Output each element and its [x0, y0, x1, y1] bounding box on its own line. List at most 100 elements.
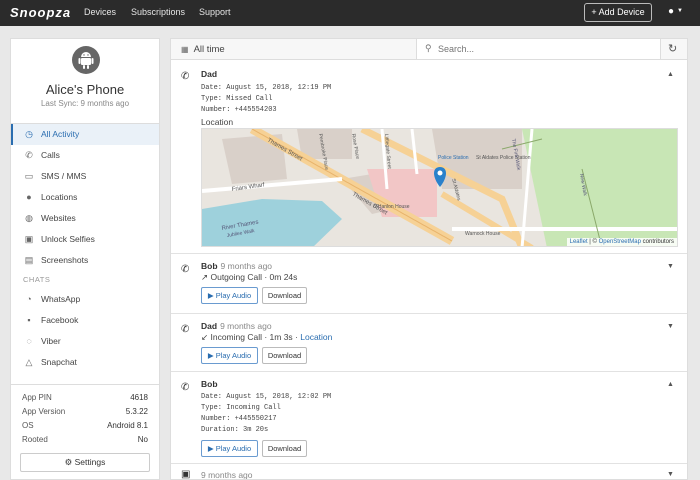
location-link[interactable]: Location	[201, 117, 233, 127]
map-tiles: Thames Street Thames Street Friars Wharf…	[202, 129, 677, 246]
clock-icon: ◷	[25, 129, 33, 139]
sidebar-item-unlock-selfies[interactable]: ▣ Unlock Selfies	[11, 229, 159, 250]
sidebar-item-snapchat[interactable]: △ Snapchat	[11, 352, 159, 373]
sidebar: Alice's Phone Last Sync: 9 months ago ◷ A…	[10, 38, 160, 480]
chevron-up-icon[interactable]: ▲	[667, 381, 674, 388]
app-logo[interactable]: Snoopza	[10, 5, 71, 20]
map-attribution: Leaflet | © OpenStreetMap contributors	[566, 238, 677, 246]
sidebar-menu: ◷ All Activity ✆ Calls ▭ SMS / MMS ● Locatio…	[11, 123, 159, 373]
sidebar-item-screenshots[interactable]: ▤ Screenshots	[11, 250, 159, 271]
osm-link[interactable]: OpenStreetMap	[599, 239, 641, 245]
info-row-app-version: App Version 5.3.22	[22, 407, 148, 416]
sidebar-item-calls[interactable]: ✆ Calls	[11, 145, 159, 166]
settings-button[interactable]: ⚙ Settings	[20, 453, 150, 472]
download-button[interactable]: Download	[262, 347, 307, 364]
contact-name: Dad 9 months ago	[201, 321, 272, 331]
location-link[interactable]: Location	[300, 332, 332, 342]
call-number: Number: +445550217	[201, 415, 277, 423]
sidebar-item-viber[interactable]: ◌ Viber	[11, 331, 159, 352]
search-input[interactable]	[438, 42, 648, 56]
whatsapp-icon: ◔	[26, 294, 32, 304]
refresh-icon[interactable]: ↻	[668, 42, 677, 55]
call-summary: ↙ Incoming Call · 1m 3s · Location	[201, 332, 333, 342]
activity-feed: ▦All time ⚲ ↻ ✆ Dad ▲ Date: August 15, 2…	[170, 38, 688, 480]
search-box: ⚲	[416, 39, 661, 59]
svg-text:Warnock House: Warnock House	[465, 231, 501, 237]
chevron-up-icon[interactable]: ▲	[667, 71, 674, 78]
info-row-app-pin: App PIN 4618	[22, 393, 148, 402]
download-button[interactable]: Download	[262, 287, 307, 304]
message-icon: ▭	[24, 171, 34, 181]
camera-icon: ▣	[181, 469, 191, 480]
call-date: Date: August 15, 2018, 12:19 PM	[201, 84, 332, 92]
snapchat-icon: △	[25, 357, 33, 367]
last-sync: Last Sync: 9 months ago	[40, 99, 130, 108]
add-device-button[interactable]: + Add Device	[584, 3, 652, 22]
calendar-icon: ▦	[181, 45, 189, 54]
play-audio-button[interactable]: ▶ Play Audio	[201, 440, 258, 457]
android-icon	[72, 46, 100, 74]
entry-time: 9 months ago	[220, 321, 272, 331]
info-row-rooted: Rooted No	[22, 435, 148, 444]
call-number: Number: +445554203	[201, 106, 277, 114]
activity-entry-1[interactable]: ✆ Dad ▲ Date: August 15, 2018, 12:19 PM …	[171, 61, 687, 254]
globe-icon: ◍	[25, 213, 33, 223]
play-audio-button[interactable]: ▶ Play Audio	[201, 287, 258, 304]
phone-icon: ✆	[181, 264, 190, 275]
map-marker-icon: ●	[26, 192, 32, 202]
contact-name: Bob	[201, 379, 218, 389]
contact-name: Bob 9 months ago	[201, 261, 273, 271]
svg-text:St Aldates Police Station: St Aldates Police Station	[476, 155, 531, 161]
device-name: Alice's Phone	[45, 82, 125, 97]
chevron-down-icon: ▼	[677, 8, 683, 15]
nav-subscriptions[interactable]: Subscriptions	[131, 7, 185, 17]
sidebar-item-sms[interactable]: ▭ SMS / MMS	[11, 166, 159, 187]
phone-icon: ✆	[181, 71, 190, 82]
location-map[interactable]: Thames Street Thames Street Friars Wharf…	[201, 128, 678, 247]
top-navbar: Snoopza Devices Subscriptions Support + …	[0, 0, 700, 26]
svg-text:Police Station: Police Station	[438, 155, 469, 161]
activity-entry-5[interactable]: ▣ 9 months ago ▼	[171, 464, 687, 480]
facebook-icon: ▪	[27, 315, 31, 325]
nav-support[interactable]: Support	[199, 7, 231, 17]
download-button[interactable]: Download	[262, 440, 307, 457]
image-icon: ▤	[24, 255, 34, 265]
call-duration: Duration: 3m 20s	[201, 426, 269, 434]
contact-name: Dad	[201, 69, 218, 79]
chevron-down-icon[interactable]: ▼	[667, 263, 674, 270]
sidebar-item-facebook[interactable]: ▪ Facebook	[11, 310, 159, 331]
activity-entry-3[interactable]: ✆ Dad 9 months ago ▼ ↙ Incoming Call · 1m…	[171, 314, 687, 372]
time-filter[interactable]: ▦ All time	[181, 44, 225, 55]
sidebar-item-websites[interactable]: ◍ Websites	[11, 208, 159, 229]
call-type: Type: Missed Call	[201, 95, 273, 103]
svg-text:O'Hanlon House: O'Hanlon House	[373, 204, 410, 210]
filter-bar: ▦All time ⚲ ↻	[171, 39, 687, 60]
sidebar-item-whatsapp[interactable]: ◔ WhatsApp	[11, 289, 159, 310]
user-icon: ●	[668, 6, 675, 17]
entry-time: 9 months ago	[201, 470, 253, 480]
user-menu[interactable]: ● ▼	[668, 6, 683, 17]
nav-devices[interactable]: Devices	[84, 7, 116, 17]
activity-entry-4[interactable]: ✆ Bob ▲ Date: August 15, 2018, 12:02 PM …	[171, 372, 687, 464]
sidebar-item-locations[interactable]: ● Locations	[11, 187, 159, 208]
sidebar-item-all-activity[interactable]: ◷ All Activity	[11, 124, 159, 145]
viber-icon: ◌	[26, 336, 32, 346]
play-audio-button[interactable]: ▶ Play Audio	[201, 347, 258, 364]
call-type: Type: Incoming Call	[201, 404, 281, 412]
entry-time: 9 months ago	[220, 261, 273, 271]
device-info: App PIN 4618 App Version 5.3.22 OS Android …	[11, 384, 159, 449]
call-summary: ↗ Outgoing Call · 0m 24s	[201, 272, 298, 282]
phone-icon: ✆	[181, 324, 190, 335]
phone-icon: ✆	[25, 150, 33, 160]
gear-icon: ⚙	[64, 457, 75, 467]
chats-section-label: CHATS	[23, 275, 51, 284]
search-icon: ⚲	[425, 43, 432, 53]
leaflet-link[interactable]: Leaflet	[570, 239, 588, 245]
chevron-down-icon[interactable]: ▼	[667, 323, 674, 330]
chevron-down-icon[interactable]: ▼	[667, 471, 674, 478]
camera-icon: ▣	[24, 234, 34, 244]
call-date: Date: August 15, 2018, 12:02 PM	[201, 393, 332, 401]
info-row-os: OS Android 8.1	[22, 421, 148, 430]
phone-icon: ✆	[181, 382, 190, 393]
activity-entry-2[interactable]: ✆ Bob 9 months ago ▼ ↗ Outgoing Call · 0m…	[171, 254, 687, 314]
